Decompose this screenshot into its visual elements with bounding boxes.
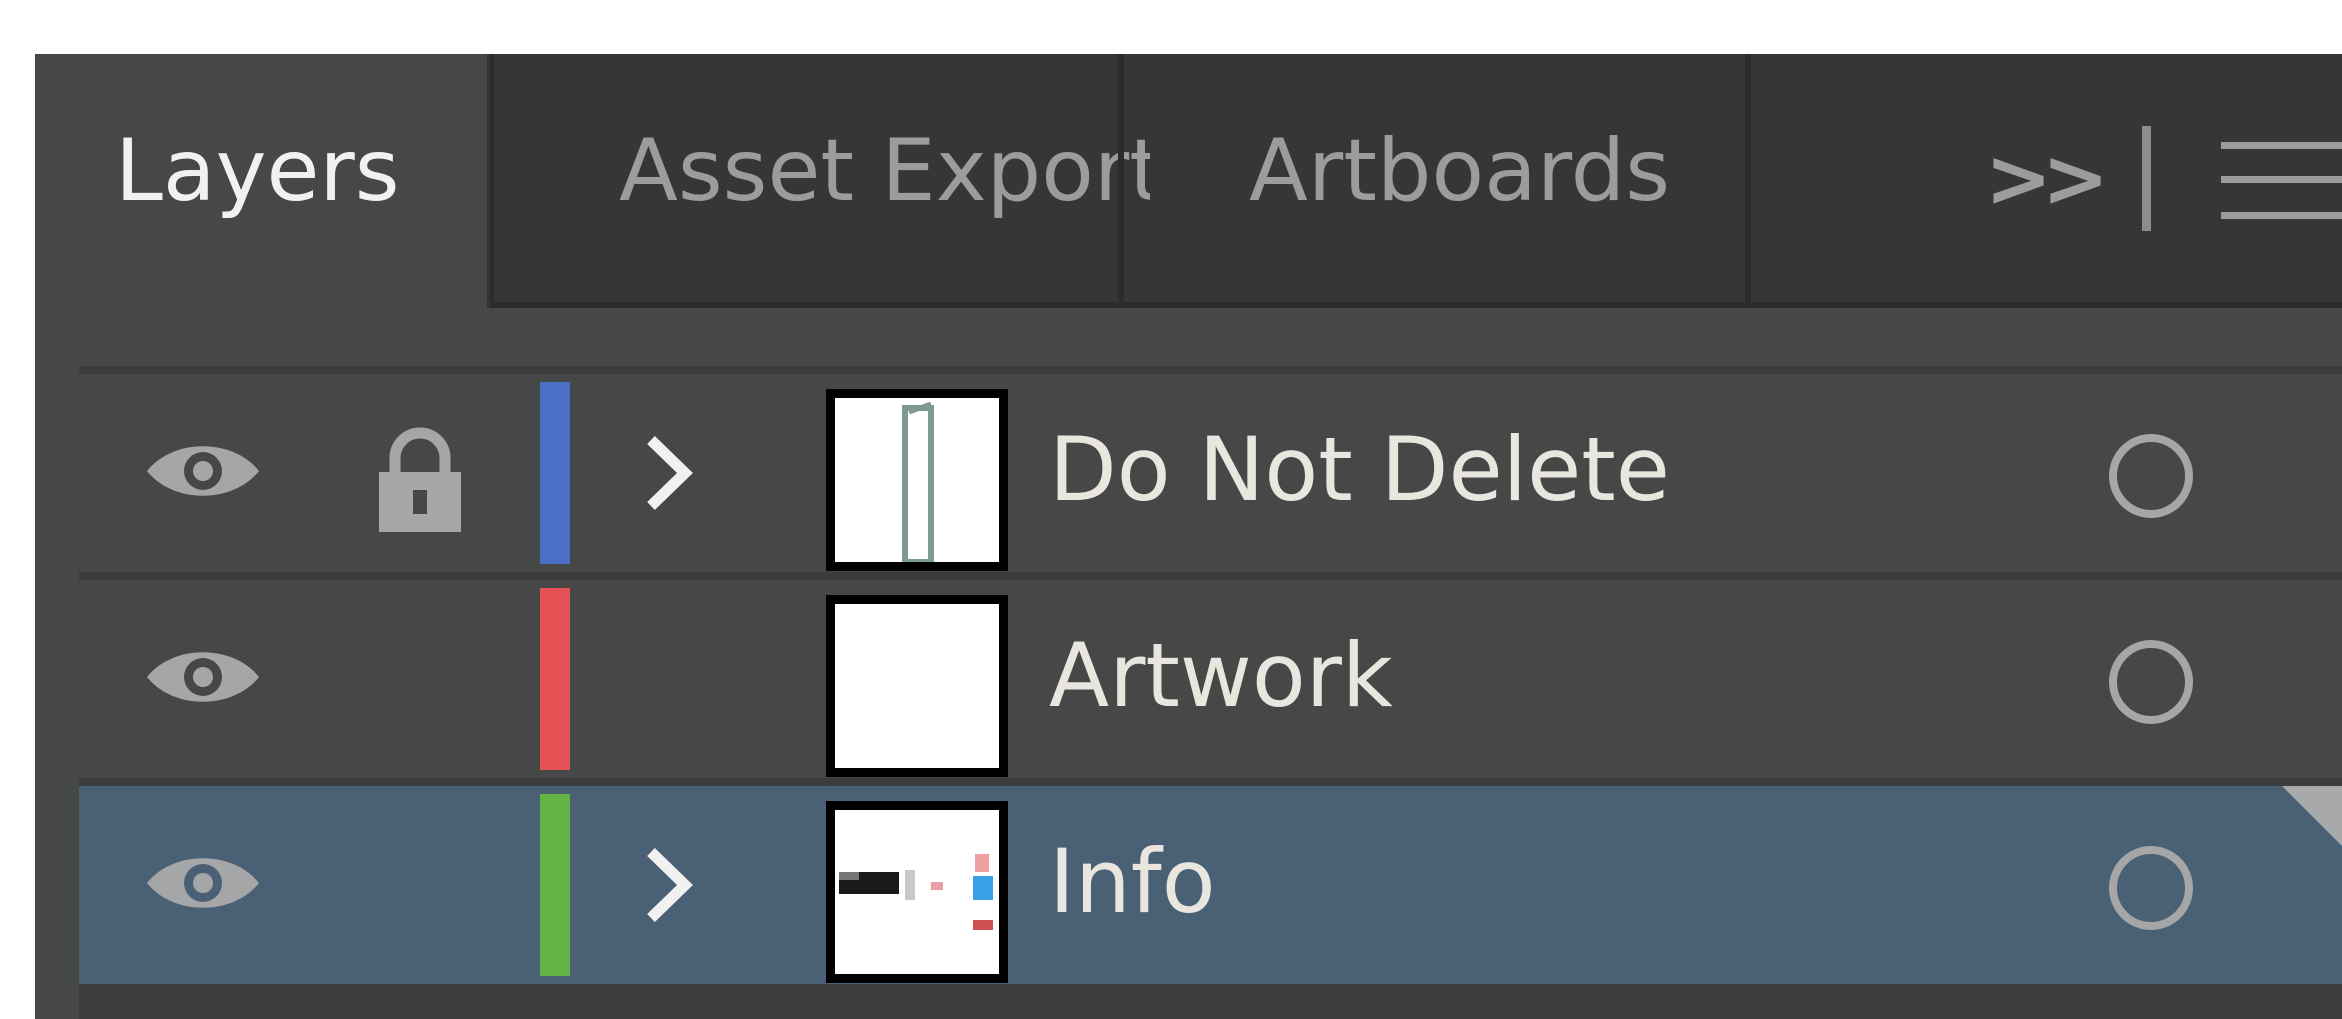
layer-thumbnail xyxy=(826,595,1008,777)
tab-artboards[interactable]: Artboards xyxy=(1118,54,1774,308)
tab-layers-label: Layers xyxy=(115,121,400,221)
layer-color-cell xyxy=(533,374,577,572)
layer-thumbnail xyxy=(826,389,1008,571)
lock-toggle[interactable] xyxy=(323,580,521,778)
visibility-toggle[interactable] xyxy=(79,374,311,572)
layers-list: Do Not Delete Artwork Info xyxy=(79,366,2342,1019)
target-circle-icon[interactable] xyxy=(2109,640,2193,724)
target-cell[interactable] xyxy=(2045,580,2342,778)
target-cell[interactable] xyxy=(2045,786,2342,984)
layer-row-selected[interactable]: Info xyxy=(79,786,2342,984)
target-circle-icon[interactable] xyxy=(2109,846,2193,930)
target-circle-icon[interactable] xyxy=(2109,434,2193,518)
layers-panel: Layers Asset Export Artboards >> Do Not … xyxy=(35,54,2342,1019)
visibility-toggle[interactable] xyxy=(79,580,311,778)
layer-name[interactable]: Do Not Delete xyxy=(1049,426,1670,514)
tab-asset-export-label: Asset Export xyxy=(619,121,1150,221)
layer-main-cell[interactable]: Info xyxy=(589,786,2033,984)
layer-color-swatch xyxy=(540,588,570,770)
visibility-toggle[interactable] xyxy=(79,786,311,984)
hamburger-menu-icon[interactable] xyxy=(2221,142,2342,220)
eye-icon xyxy=(147,652,259,702)
lock-toggle[interactable] xyxy=(323,786,521,984)
chevron-right-icon[interactable] xyxy=(639,844,699,926)
tab-asset-export[interactable]: Asset Export xyxy=(490,54,1150,308)
layer-color-cell xyxy=(533,580,577,778)
tab-bar-divider xyxy=(2142,126,2151,231)
layer-color-cell xyxy=(533,786,577,984)
layer-name[interactable]: Artwork xyxy=(1049,632,1393,720)
layer-main-cell[interactable]: Artwork xyxy=(589,580,2033,778)
lock-icon xyxy=(379,427,461,532)
panel-tab-bar: Layers Asset Export Artboards >> xyxy=(35,54,2342,310)
layer-main-cell[interactable]: Do Not Delete xyxy=(589,374,2033,572)
layer-thumbnail xyxy=(826,801,1008,983)
layer-row[interactable]: Do Not Delete xyxy=(79,374,2342,572)
tab-artboards-label: Artboards xyxy=(1249,121,1671,221)
eye-icon xyxy=(147,446,259,496)
layer-name[interactable]: Info xyxy=(1049,838,1216,926)
layer-color-swatch xyxy=(540,382,570,564)
layer-row[interactable]: Artwork xyxy=(79,580,2342,778)
lock-toggle[interactable] xyxy=(323,374,521,572)
double-chevron-icon[interactable]: >> xyxy=(1985,124,2109,234)
tab-layers[interactable]: Layers xyxy=(35,54,487,310)
layer-color-swatch xyxy=(540,794,570,976)
chevron-right-icon[interactable] xyxy=(639,432,699,514)
eye-icon xyxy=(147,858,259,908)
selection-corner-indicator xyxy=(2282,786,2342,846)
target-cell[interactable] xyxy=(2045,374,2342,572)
